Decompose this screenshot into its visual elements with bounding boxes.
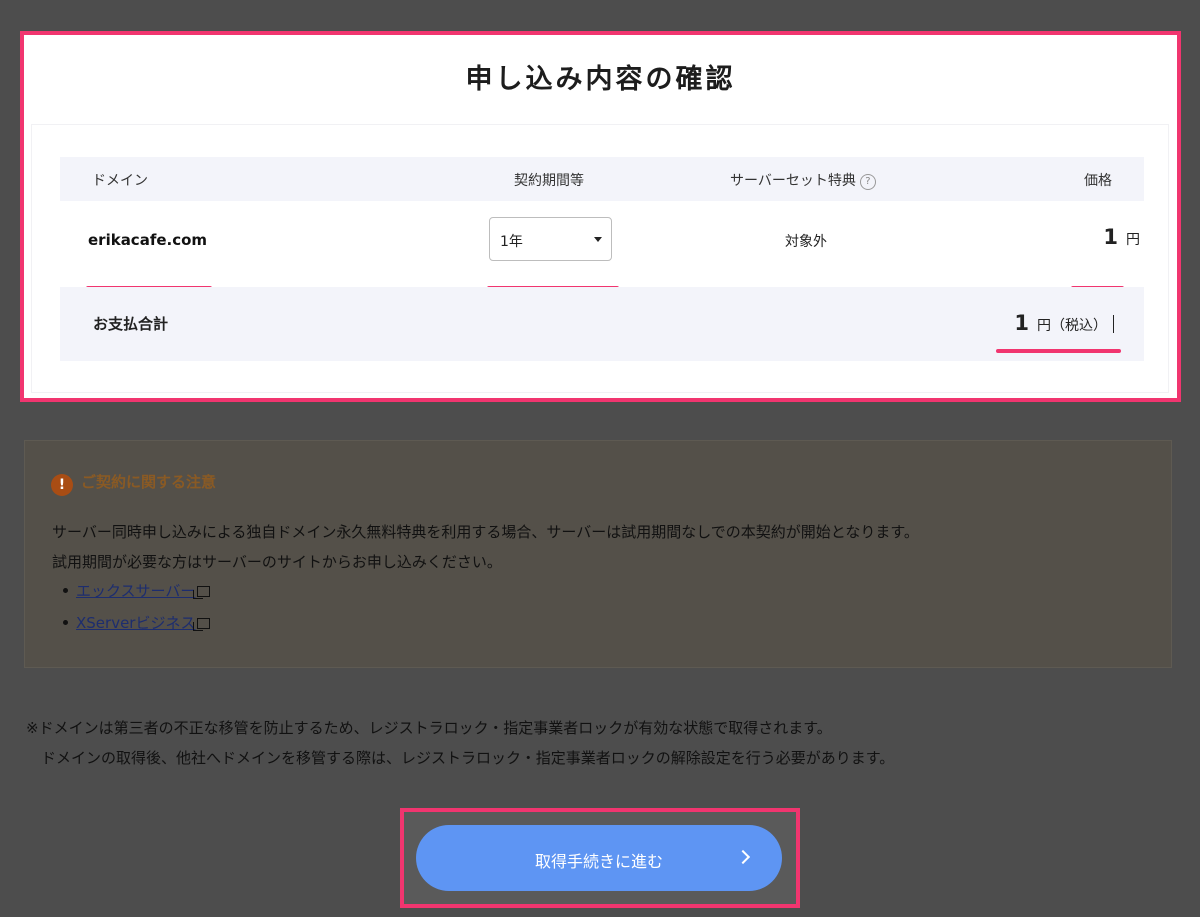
notice-line: サーバー同時申し込みによる独自ドメイン永久無料特典を利用する場合、サーバーは試用… [52, 523, 919, 541]
footnote-line: ドメインの取得後、他社へドメインを移管する際は、レジストラロック・指定事業者ロッ… [26, 749, 895, 767]
period-select-value: 1年 [500, 234, 523, 250]
total-price: 1 円（税込） [1014, 311, 1114, 335]
header-domain: ドメイン [92, 173, 148, 189]
total-label: お支払合計 [93, 315, 169, 333]
confirmation-card: 申し込み内容の確認 ドメイン 契約期間等 サーバーセット特典? 価格 erika… [20, 31, 1181, 402]
domain-name: erikacafe.com [88, 231, 208, 249]
link-xserver-business[interactable]: XServerビジネス [76, 614, 195, 632]
header-benefit: サーバーセット特典? [730, 170, 876, 190]
notice-title-text: ご契約に関する注意 [81, 473, 217, 491]
row-price: 1円 [1103, 225, 1140, 249]
header-benefit-label: サーバーセット特典 [730, 173, 856, 189]
header-price: 価格 [1084, 173, 1112, 189]
server-links: エックスサーバー XServerビジネス [63, 575, 211, 639]
external-link-icon [193, 586, 211, 599]
proceed-button[interactable]: 取得手続きに進む [416, 825, 782, 891]
order-table: ドメイン 契約期間等 サーバーセット特典? 価格 erikacafe.com 1… [32, 125, 1168, 392]
link-xserver[interactable]: エックスサーバー [76, 582, 195, 600]
table-header: ドメイン 契約期間等 サーバーセット特典? 価格 [60, 157, 1144, 201]
proceed-button-label: 取得手続きに進む [534, 852, 663, 871]
warning-icon: ! [51, 474, 73, 496]
page-title: 申し込み内容の確認 [465, 64, 736, 95]
proceed-button-highlight: 取得手続きに進む [400, 808, 800, 908]
total-price-currency: 円 [1037, 318, 1051, 334]
list-item: XServerビジネス [63, 607, 211, 639]
total-underline [996, 349, 1121, 353]
notice-body: サーバー同時申し込みによる独自ドメイン永久無料特典を利用する場合、サーバーは試用… [52, 517, 919, 577]
help-icon[interactable]: ? [859, 174, 876, 190]
period-select[interactable]: 1年 [489, 217, 612, 261]
text-cursor [1113, 315, 1114, 333]
registrar-lock-note: ※ドメインは第三者の不正な移管を防止するため、レジストラロック・指定事業者ロック… [26, 713, 894, 773]
list-item: エックスサーバー [63, 575, 211, 607]
row-price-value: 1 [1103, 225, 1118, 249]
row-price-currency: 円 [1126, 232, 1140, 248]
caret-down-icon [594, 237, 602, 242]
total-tax-note: （税込） [1051, 318, 1107, 334]
benefit-status: 対象外 [785, 234, 827, 250]
total-price-value: 1 [1014, 311, 1029, 335]
notice-line: 試用期間が必要な方はサーバーのサイトからお申し込みください。 [52, 553, 502, 571]
header-period: 契約期間等 [514, 173, 584, 189]
footnote-line: ※ドメインは第三者の不正な移管を防止するため、レジストラロック・指定事業者ロック… [26, 719, 832, 737]
total-row: お支払合計 1 円（税込） [60, 287, 1144, 361]
notice-title: ! ご契約に関する注意 [51, 471, 216, 496]
external-link-icon [193, 618, 211, 631]
contract-notice: ! ご契約に関する注意 サーバー同時申し込みによる独自ドメイン永久無料特典を利用す… [24, 440, 1172, 668]
